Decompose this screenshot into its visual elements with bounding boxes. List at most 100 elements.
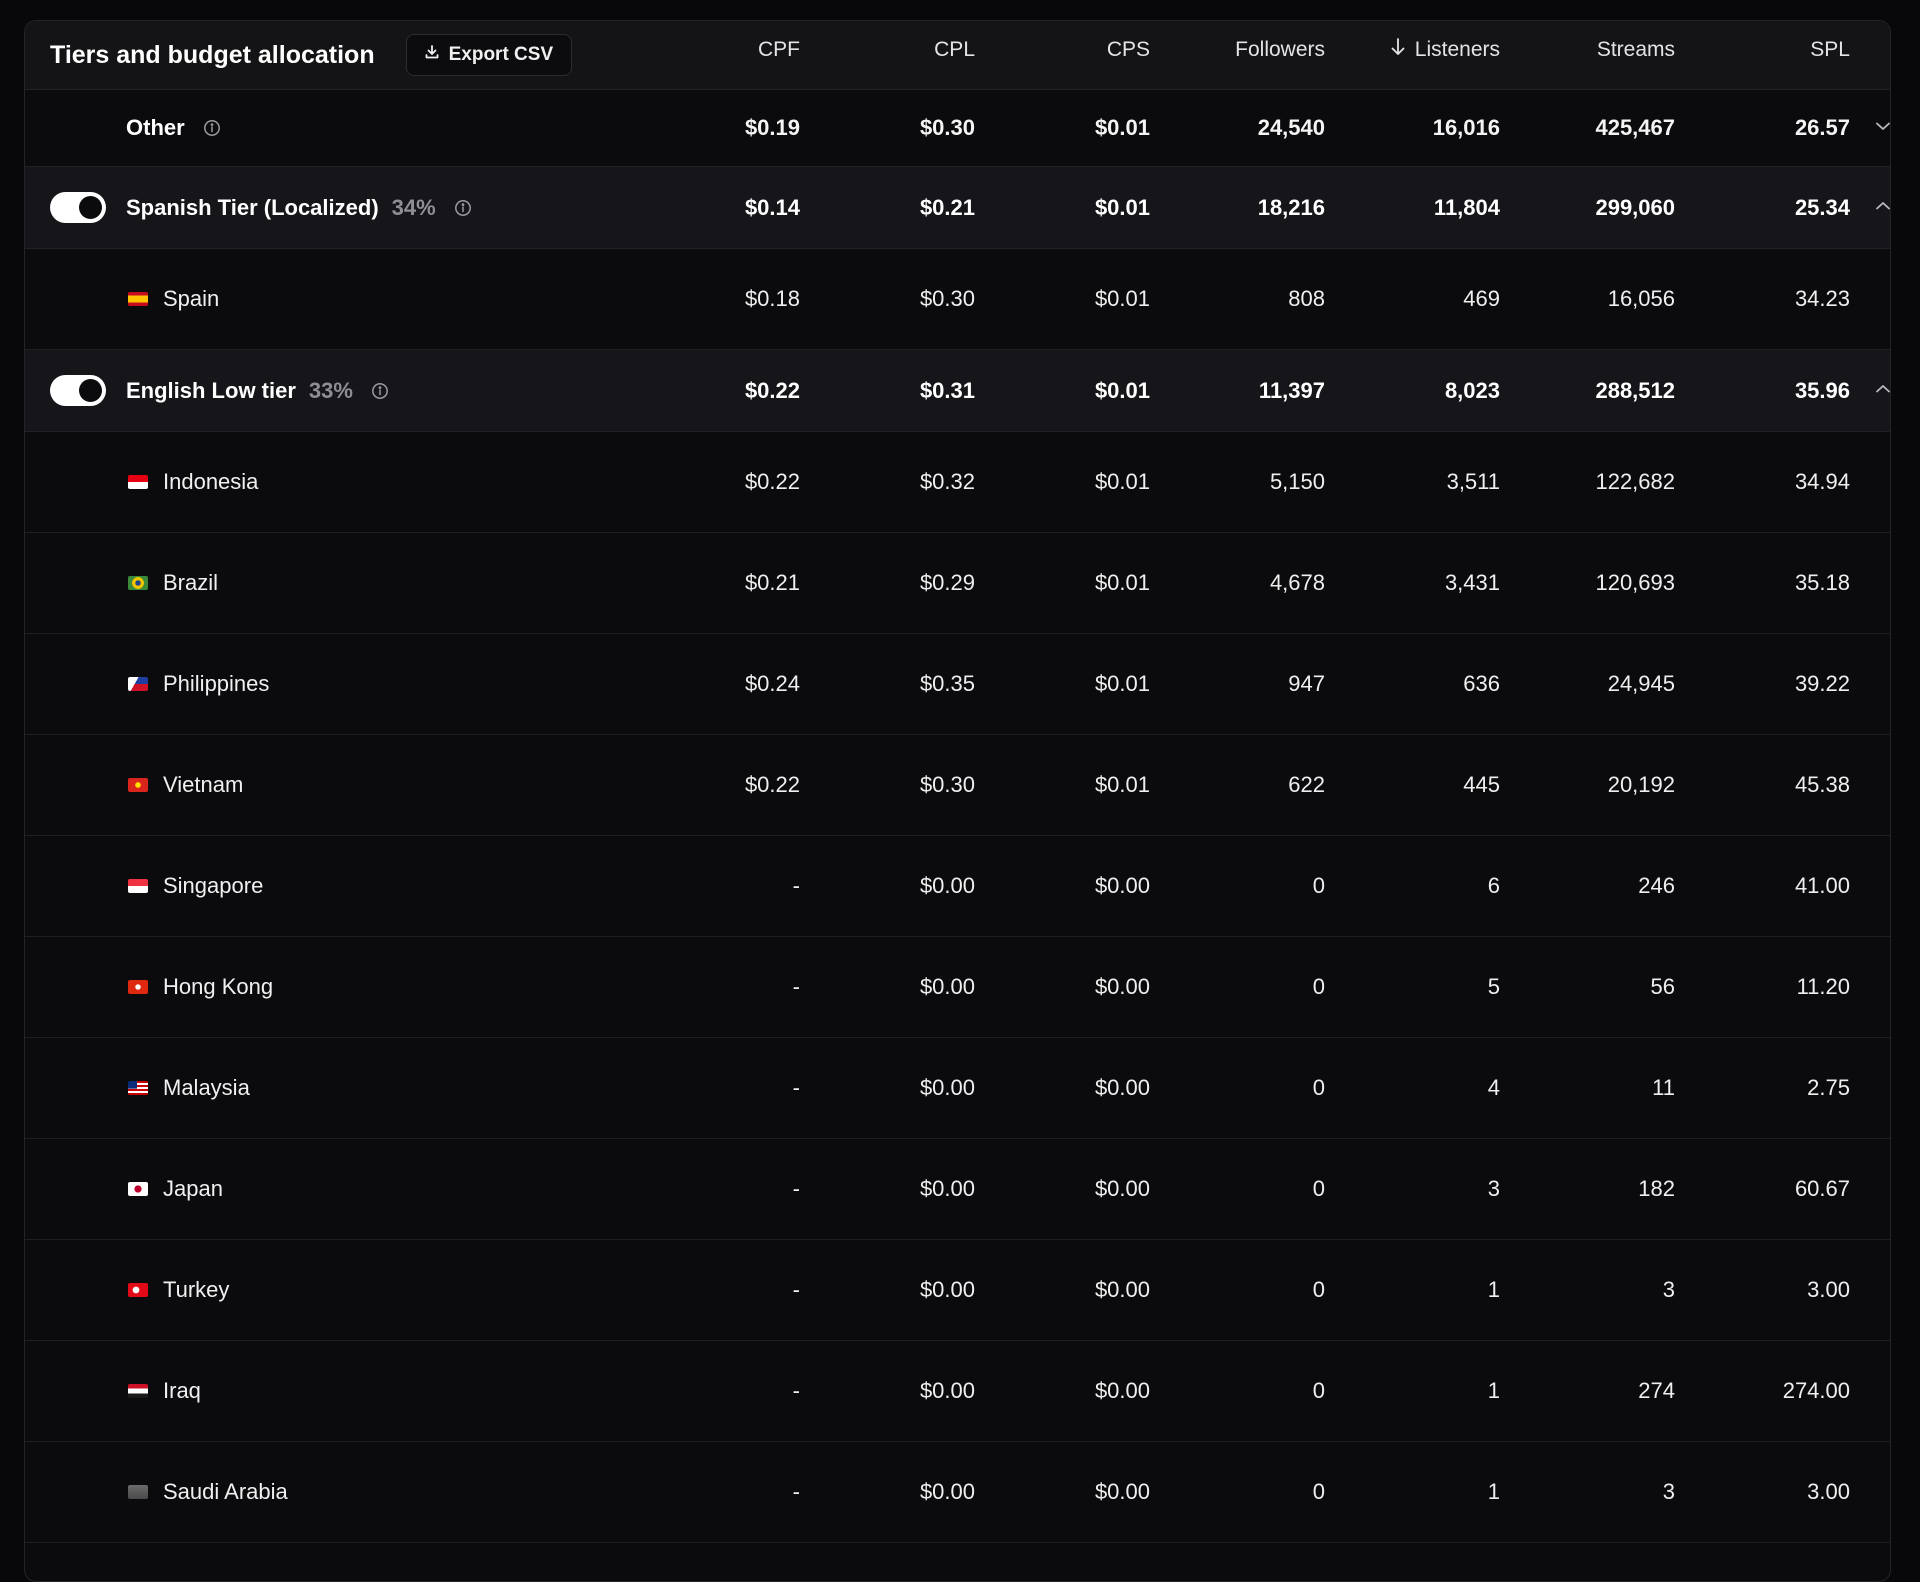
info-icon[interactable] [371, 382, 389, 400]
info-icon[interactable] [454, 199, 472, 217]
country-name: Spain [163, 286, 220, 311]
cell-cpl: $0.00 [919, 974, 975, 999]
country-row-turkey: Turkey - $0.00 $0.00 0 1 3 3.00 [25, 1240, 1890, 1341]
column-header-spl[interactable]: SPL [1675, 38, 1850, 62]
tier-label-group: Spanish Tier (Localized) 34% [126, 195, 472, 221]
cell-streams: 56 [1650, 974, 1675, 999]
cell-cps: $0.00 [1094, 1075, 1150, 1100]
turkey-flag-icon [128, 1283, 148, 1297]
brazil-flag-icon [128, 576, 148, 590]
cell-cpl: $0.30 [919, 772, 975, 797]
column-header-streams[interactable]: Streams [1500, 38, 1675, 62]
cell-cps: $0.00 [1094, 974, 1150, 999]
tier-name-cell: English Low tier 33% [25, 350, 625, 431]
cell-cpf: $0.22 [744, 377, 800, 403]
column-label: Followers [1235, 38, 1325, 61]
cell-followers: 5,150 [1269, 469, 1325, 494]
cell-spl: 60.67 [1794, 1176, 1850, 1201]
expand-toggle[interactable] [1850, 119, 1891, 137]
column-header-cps[interactable]: CPS [975, 38, 1150, 62]
country-name-cell: Philippines [25, 634, 625, 734]
country-name-cell: Vietnam [25, 735, 625, 835]
cell-listeners: 3 [1487, 1176, 1500, 1201]
tier-toggle-switch[interactable] [50, 375, 106, 406]
cell-streams: 246 [1638, 873, 1675, 898]
cell-streams: 288,512 [1595, 377, 1675, 403]
cell-cpf: - [792, 1075, 800, 1100]
country-label-group: Hong Kong [128, 974, 273, 1000]
country-label-group: Spain [128, 286, 219, 312]
malaysia-flag-icon [128, 1081, 148, 1095]
country-name: Singapore [163, 873, 264, 898]
tier-name-cell: Spanish Tier (Localized) 34% [25, 167, 625, 248]
cell-cps: $0.00 [1094, 1176, 1150, 1201]
header-title-cell: Tiers and budget allocation Export CSV [25, 21, 625, 89]
tier-name-cell: Other [25, 90, 625, 166]
collapse-toggle[interactable] [1850, 382, 1890, 400]
cell-spl: 3.00 [1807, 1277, 1850, 1302]
cell-listeners: 636 [1463, 671, 1500, 696]
info-icon[interactable] [203, 119, 221, 137]
chevron-down-icon [1874, 119, 1891, 137]
country-name: Japan [163, 1176, 223, 1201]
export-csv-label: Export CSV [448, 44, 554, 65]
cell-streams: 3 [1662, 1479, 1675, 1504]
country-name-cell: Hong Kong [25, 937, 625, 1037]
cell-followers: 947 [1288, 671, 1325, 696]
cell-cps: $0.00 [1094, 1277, 1150, 1302]
collapse-toggle[interactable] [1850, 199, 1891, 217]
country-name-cell: Brazil [25, 533, 625, 633]
country-row-japan: Japan - $0.00 $0.00 0 3 182 60.67 [25, 1139, 1890, 1240]
column-header-followers[interactable]: Followers [1150, 38, 1325, 62]
cell-followers: 0 [1312, 873, 1325, 898]
cell-streams: 120,693 [1595, 570, 1675, 595]
cell-streams: 3 [1662, 1277, 1675, 1302]
column-header-cpl[interactable]: CPL [800, 38, 975, 62]
cell-cpf: - [792, 1378, 800, 1403]
cell-cpf: $0.24 [744, 671, 800, 696]
cell-followers: 808 [1288, 286, 1325, 311]
column-label: SPL [1810, 38, 1850, 61]
export-csv-button[interactable]: Export CSV [405, 34, 573, 76]
cell-listeners: 3,511 [1446, 469, 1500, 494]
cell-cpf: $0.21 [744, 570, 800, 595]
cell-cps: $0.00 [1094, 1378, 1150, 1403]
tier-toggle-switch[interactable] [50, 192, 106, 223]
philippines-flag-icon [128, 677, 148, 691]
cell-cpf: $0.19 [744, 115, 800, 140]
cell-listeners: 5 [1487, 974, 1500, 999]
cell-listeners: 3,431 [1444, 570, 1500, 595]
tier-name: Spanish Tier (Localized) [126, 194, 379, 220]
cell-cpl: $0.32 [919, 469, 975, 494]
column-header-listeners[interactable]: Listeners [1325, 37, 1500, 63]
cell-listeners: 445 [1463, 772, 1500, 797]
country-name: Hong Kong [163, 974, 274, 999]
cell-cpf: $0.18 [744, 286, 800, 311]
country-name: Iraq [163, 1378, 201, 1403]
cell-followers: 18,216 [1257, 194, 1325, 220]
country-name-cell: Singapore [25, 836, 625, 936]
cell-followers: 0 [1312, 1176, 1325, 1201]
tier-row-english-low[interactable]: English Low tier 33% $0.22 $0.31 $0.01 1… [25, 350, 1890, 432]
country-label-group: Brazil [128, 570, 218, 596]
cell-followers: 11,397 [1258, 377, 1325, 403]
tier-row-other[interactable]: Other $0.19 $0.30 $0.01 24,540 16,016 42… [25, 90, 1890, 167]
country-label-group: Vietnam [128, 772, 243, 798]
country-name-cell: Malaysia [25, 1038, 625, 1138]
cell-cpl: $0.31 [919, 377, 975, 403]
cell-cpl: $0.00 [919, 1075, 975, 1100]
country-row-iraq: Iraq - $0.00 $0.00 0 1 274 274.00 [25, 1341, 1890, 1442]
cell-cpf: - [792, 1479, 800, 1504]
cell-listeners: 6 [1487, 873, 1500, 898]
column-header-cpf[interactable]: CPF [625, 38, 800, 62]
cell-spl: 25.34 [1794, 194, 1850, 220]
cell-streams: 182 [1638, 1176, 1675, 1201]
cell-spl: 26.57 [1794, 115, 1850, 140]
cell-streams: 299,060 [1595, 194, 1675, 220]
cell-cpl: $0.00 [919, 1176, 975, 1201]
chevron-up-icon [1874, 199, 1891, 217]
tier-row-spanish[interactable]: Spanish Tier (Localized) 34% $0.14 $0.21… [25, 167, 1890, 249]
country-row-indonesia: Indonesia $0.22 $0.32 $0.01 5,150 3,511 … [25, 432, 1890, 533]
cell-followers: 4,678 [1269, 570, 1325, 595]
cell-cpl: $0.00 [919, 1277, 975, 1302]
